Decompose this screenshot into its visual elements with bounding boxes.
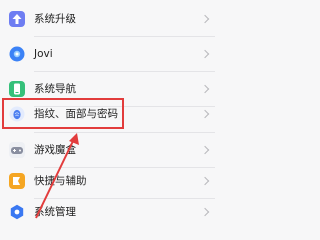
pointer-arrow — [35, 133, 79, 219]
